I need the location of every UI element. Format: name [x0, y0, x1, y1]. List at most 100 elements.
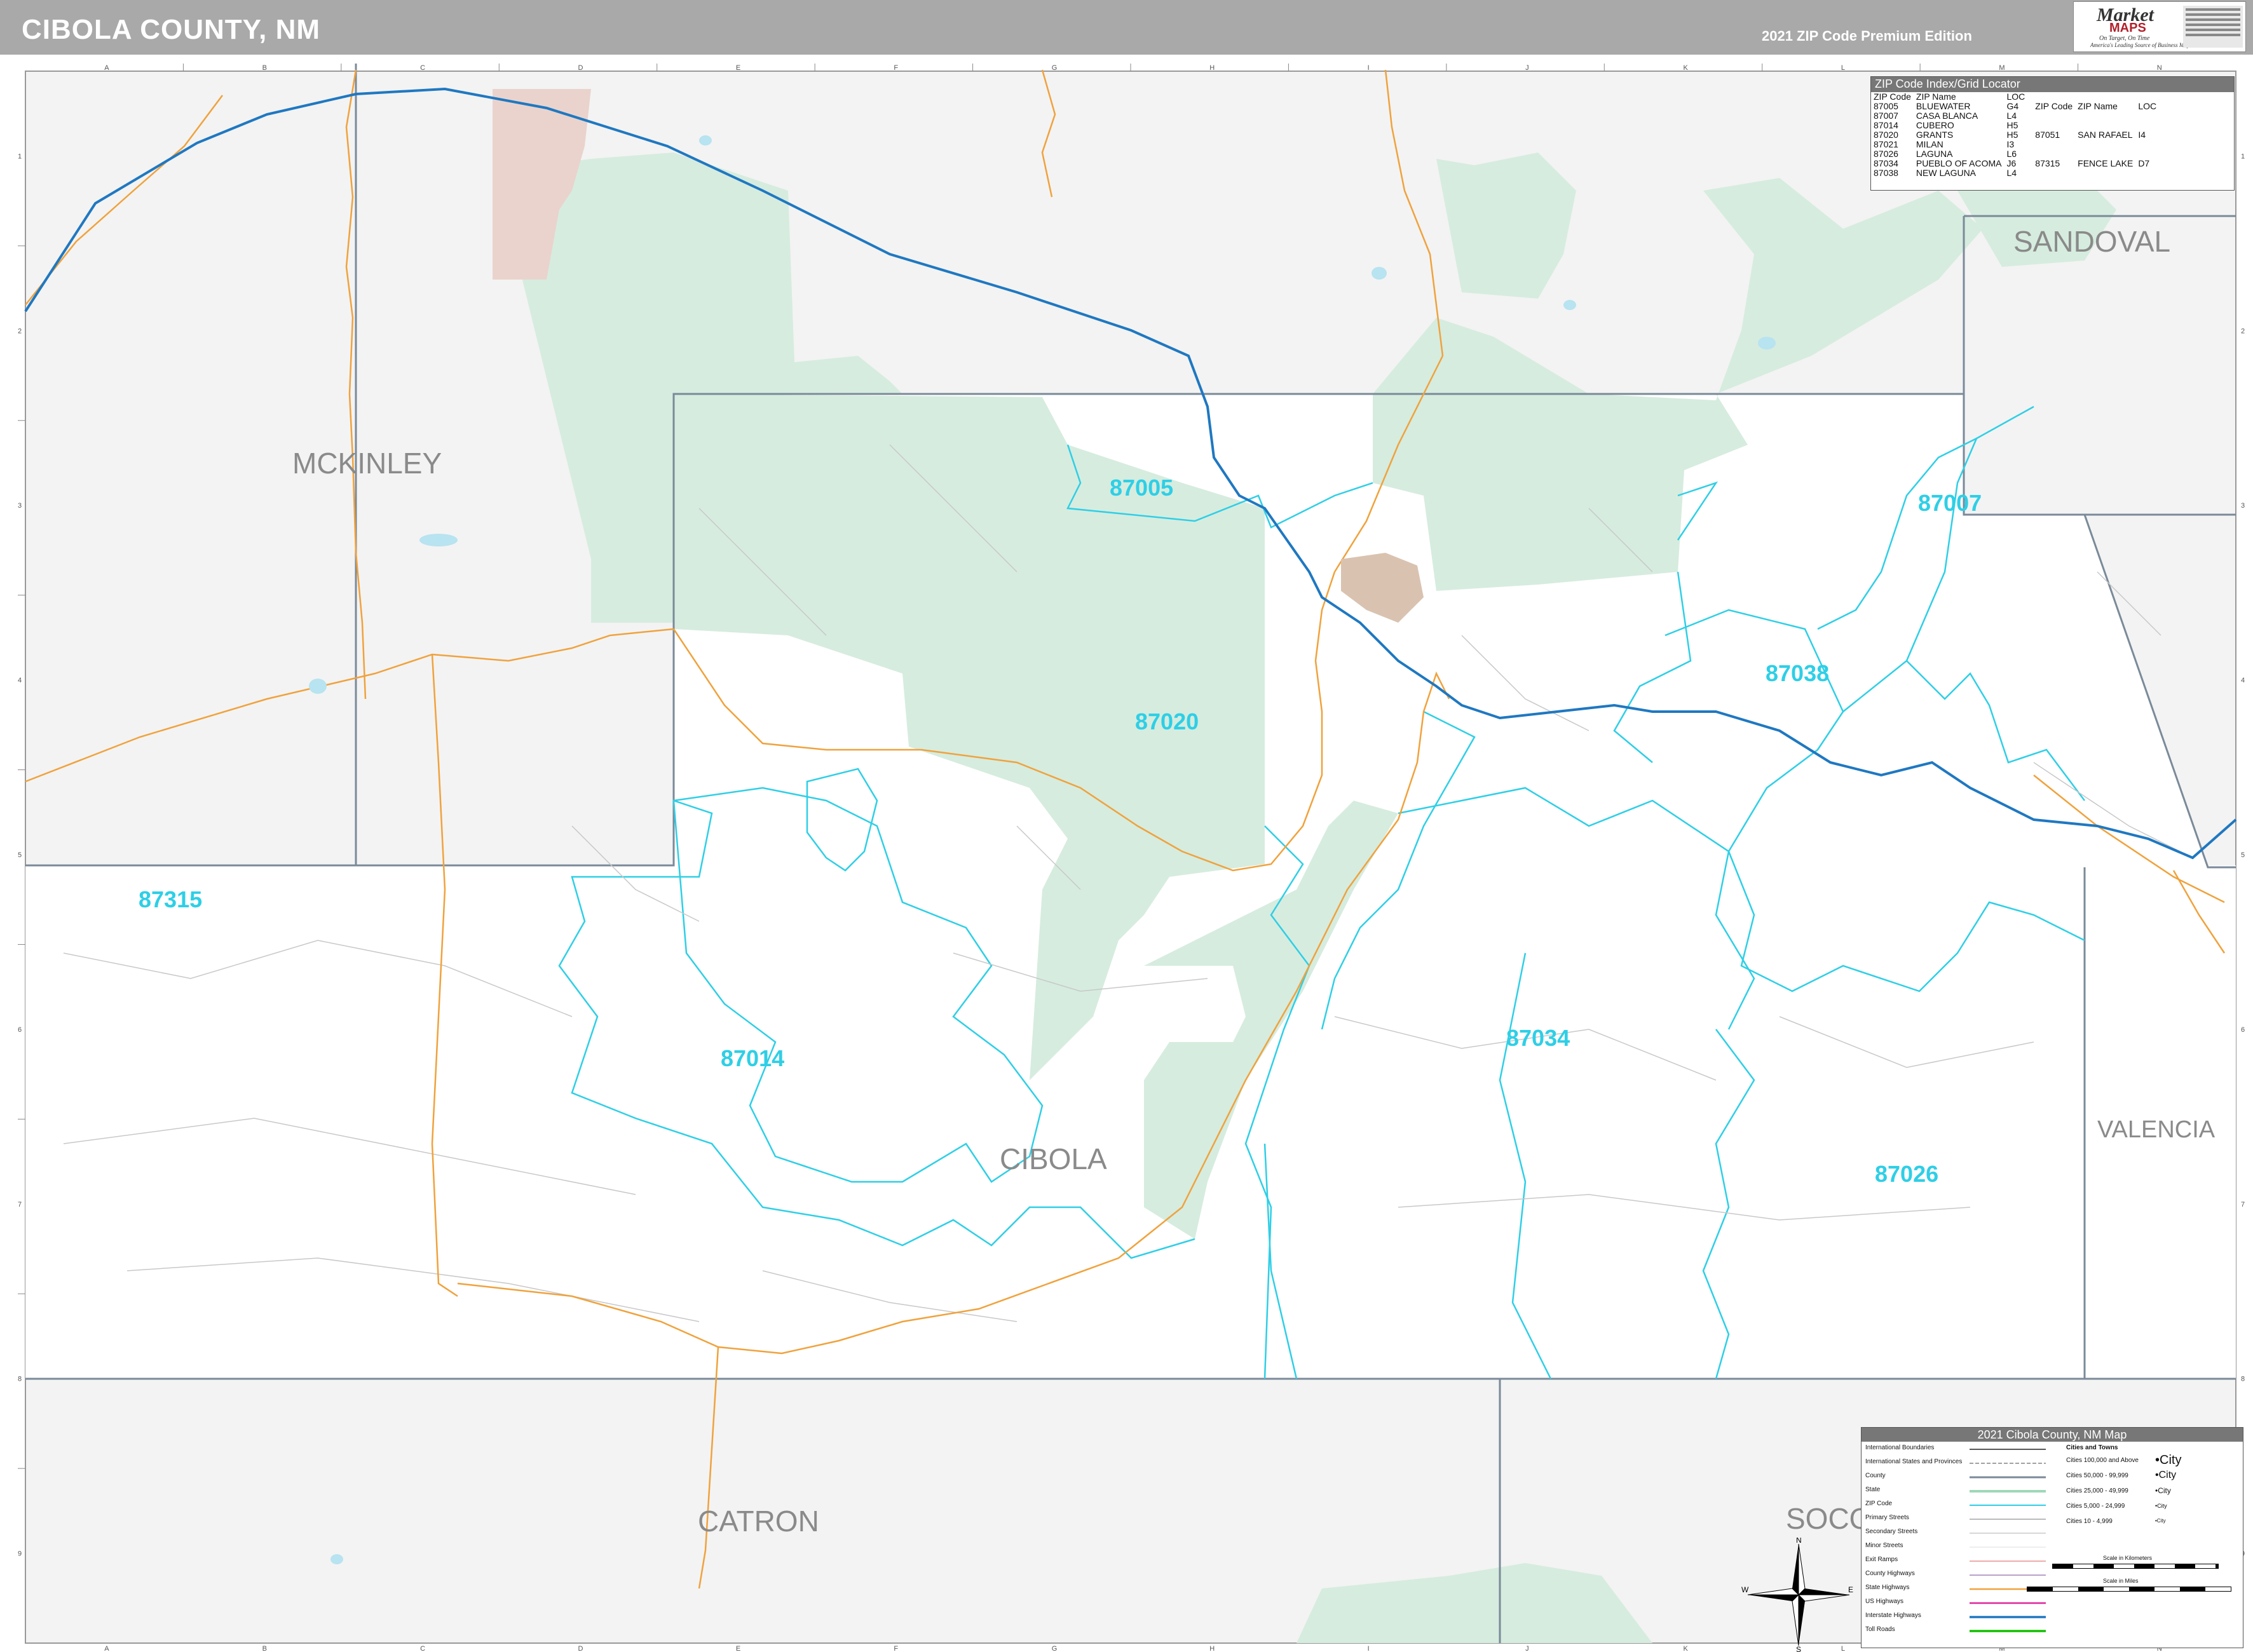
grid-row-label: 7	[2241, 1201, 2245, 1209]
zip-index-right-table: ZIP Code ZIP Name LOC 87051 SAN RAFAEL I4 …	[2032, 92, 2159, 178]
legend-city-class: Cities 50,000 - 99,999	[2066, 1472, 2128, 1479]
logo-brand-line2: MAPS	[2109, 21, 2146, 35]
grid-column-label: H	[1209, 1645, 1215, 1652]
zip-index-cell: L4	[2006, 111, 2017, 121]
zip-index-header: ZIP Code	[2035, 101, 2073, 111]
scale-bar-km	[2052, 1564, 2219, 1569]
zip-label-87014: 87014	[721, 1045, 784, 1071]
legend-city-sample: •City	[2155, 1518, 2166, 1524]
logo-contact-block	[2183, 6, 2243, 48]
legend-item: Primary Streets	[1865, 1514, 1909, 1521]
zip-index-cell: 87315	[2035, 158, 2060, 168]
zip-index-cell: CUBERO	[1916, 120, 1954, 130]
map-title: CIBOLA COUNTY, NM	[22, 14, 321, 45]
grid-row-label: 5	[2241, 851, 2245, 859]
grid-column-label: F	[894, 1645, 898, 1652]
grid-column-label: L	[1841, 64, 1845, 72]
legend-city-sample: •City	[2155, 1503, 2167, 1509]
grid-row-label: 3	[18, 502, 22, 510]
grid-column-label: E	[736, 64, 740, 72]
legend-city-sample: •City	[2155, 1470, 2177, 1480]
map-legend: 2021 Cibola County, NM Map International…	[1861, 1427, 2243, 1648]
zip-index-left-table: ZIP Code ZIP Name LOC 87005 BLUEWATER G4 8…	[1871, 92, 2027, 178]
grid-column-label: C	[420, 1645, 425, 1652]
zip-index-cell: G4	[2006, 101, 2019, 111]
grid-column-label: E	[736, 1645, 740, 1652]
zip-index-cell: FENCE LAKE	[2078, 158, 2134, 168]
grid-column-label: F	[894, 64, 898, 72]
legend-item: County Highways	[1865, 1570, 1915, 1577]
grid-row-label: 1	[18, 152, 22, 160]
grid-column-label: K	[1684, 1645, 1689, 1652]
compass-rose-icon: N S E W	[1741, 1538, 1853, 1652]
header-bar: CIBOLA COUNTY, NM 2021 ZIP Code Premium …	[0, 0, 2253, 55]
zip-index-header: LOC	[2138, 101, 2157, 111]
zip-index-cell: 87005	[1874, 101, 1898, 111]
zip-label-87005: 87005	[1110, 475, 1173, 501]
county-label-socorro: SOCO	[1786, 1502, 1872, 1535]
grid-column-label: H	[1209, 64, 1215, 72]
grid-column-label: J	[1525, 64, 1529, 72]
grid-column-label: A	[104, 1645, 109, 1652]
county-label-sandoval: SANDOVAL	[2013, 225, 2170, 258]
zip-index-title: ZIP Code Index/Grid Locator	[1871, 77, 2234, 92]
legend-item: US Highways	[1865, 1598, 1904, 1605]
zip-label-87007: 87007	[1918, 490, 1982, 516]
grid-column-label: G	[1052, 1645, 1058, 1652]
grid-column-label: C	[420, 64, 425, 72]
zip-index-cell: CASA BLANCA	[1916, 111, 1978, 121]
legend-item: Secondary Streets	[1865, 1528, 1918, 1535]
legend-item: Toll Roads	[1865, 1626, 1895, 1633]
zip-label-87038: 87038	[1766, 660, 1829, 686]
legend-item: ZIP Code	[1865, 1500, 1893, 1507]
grid-column-label: B	[262, 64, 267, 72]
zip-index-cell: I4	[2138, 130, 2146, 140]
compass-s: S	[1796, 1645, 1801, 1652]
zip-index-cell: 87051	[2035, 130, 2060, 140]
legend-item: State Highways	[1865, 1584, 1910, 1591]
compass-n: N	[1796, 1538, 1802, 1545]
logo-subtagline: America's Leading Source of Business Map…	[2090, 42, 2192, 48]
zip-index-cell: GRANTS	[1916, 130, 1954, 140]
compass-e: E	[1848, 1585, 1853, 1594]
map-canvas[interactable]: AABBCCDDEEFFGGHHIIJJKKLLMMNN 1 12 23 34 45 56…	[0, 55, 2253, 1652]
zip-index-cell: 87026	[1874, 149, 1898, 159]
grid-row-label: 6	[18, 1026, 22, 1034]
scale-mi-label: Scale in Miles	[2103, 1578, 2139, 1584]
grid-column-label: D	[578, 64, 583, 72]
grid-column-label: J	[1525, 1645, 1529, 1652]
zip-index-header: LOC	[2006, 91, 2025, 102]
publisher-logo: Market MAPS On Target, On Time America's…	[2073, 1, 2246, 52]
legend-symbols	[1970, 1449, 2046, 1632]
county-label-catron: CATRON	[698, 1505, 819, 1538]
county-label-mckinley: MCKINLEY	[292, 447, 442, 480]
grid-row-label: 4	[18, 677, 22, 684]
zip-index-cell: I3	[2006, 139, 2015, 149]
county-label-valencia: VALENCIA	[2097, 1116, 2216, 1143]
grid-column-label: A	[104, 64, 109, 72]
zip-index-cell: 87021	[1874, 139, 1898, 149]
legend-item: International Boundaries	[1865, 1444, 1935, 1451]
zip-index-cell: PUEBLO OF ACOMA	[1916, 158, 2002, 168]
grid-column-label: M	[1999, 64, 2005, 72]
zip-index-cell: SAN RAFAEL	[2078, 130, 2133, 140]
zip-index-cell: BLUEWATER	[1916, 101, 1971, 111]
grid-row-label: 4	[2241, 677, 2245, 684]
legend-title: 2021 Cibola County, NM Map	[1862, 1428, 2243, 1442]
grid-row-label: 6	[2241, 1026, 2245, 1034]
zip-index-header: ZIP Name	[1916, 91, 1956, 102]
legend-item: International States and Provinces	[1865, 1458, 1963, 1465]
zip-index-cell: H5	[2006, 130, 2018, 140]
grid-column-label: I	[1368, 64, 1370, 72]
zip-index-cell: J6	[2006, 158, 2017, 168]
zip-label-87315: 87315	[139, 886, 202, 912]
grid-row-label: 7	[18, 1201, 22, 1209]
grid-column-label: N	[2157, 64, 2162, 72]
legend-item: State	[1865, 1486, 1881, 1493]
zip-index-cell: MILAN	[1916, 139, 1943, 149]
zip-index-header: ZIP Name	[2078, 101, 2118, 111]
zip-index-cell: 87014	[1874, 120, 1898, 130]
zip-label-87020: 87020	[1135, 708, 1199, 735]
legend-city-class: Cities 100,000 and Above	[2066, 1457, 2139, 1464]
zip-index-cell: 87038	[1874, 168, 1898, 178]
